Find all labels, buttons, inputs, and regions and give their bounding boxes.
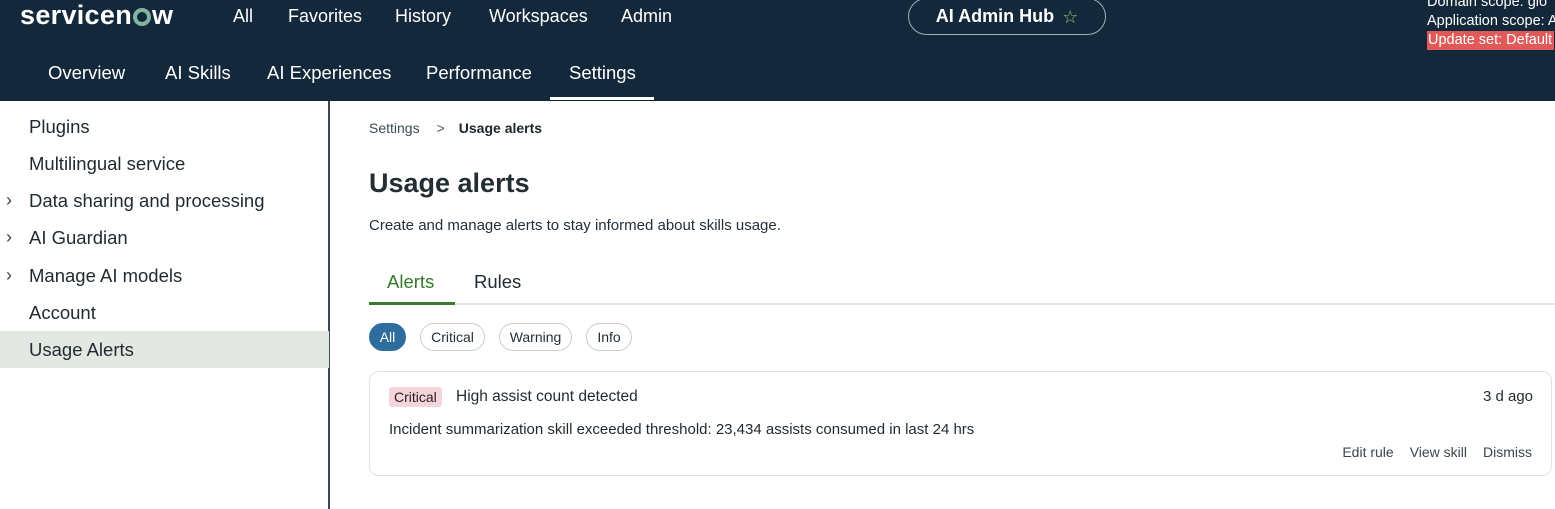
chevron-right-icon[interactable]: › <box>6 190 12 211</box>
sidebar-item-label: Multilingual service <box>29 152 186 174</box>
tab-performance[interactable]: Performance <box>426 62 532 84</box>
sidebar-item-label: Data sharing and processing <box>29 189 265 211</box>
hub-title: AI Admin Hub <box>935 6 1055 26</box>
tab-alerts[interactable]: Alerts <box>387 271 434 299</box>
nav-history[interactable]: History <box>395 6 451 27</box>
active-tab-indicator <box>369 302 455 305</box>
edit-rule-button[interactable]: Edit rule <box>1342 444 1393 460</box>
chevron-right-icon[interactable]: › <box>6 265 12 286</box>
sidebar-item-label: Plugins <box>29 115 90 137</box>
sidebar-item-data-sharing[interactable]: › Data sharing and processing <box>0 182 329 219</box>
star-icon[interactable]: ☆ <box>1062 8 1078 26</box>
filter-all[interactable]: All <box>369 323 406 351</box>
breadcrumb-current: Usage alerts <box>458 120 543 136</box>
filter-info[interactable]: Info <box>586 323 632 351</box>
sidebar-item-account[interactable]: Account <box>0 294 329 331</box>
servicenow-logo[interactable]: servicen w <box>20 0 173 30</box>
page-description: Create and manage alerts to stay informe… <box>369 217 781 234</box>
tab-overview[interactable]: Overview <box>48 62 125 84</box>
sidebar-item-label: Account <box>29 301 96 323</box>
active-subnav-indicator <box>550 97 654 100</box>
dismiss-button[interactable]: Dismiss <box>1483 444 1532 460</box>
chevron-right-icon[interactable]: › <box>6 227 12 248</box>
tab-ai-experiences[interactable]: AI Experiences <box>267 62 391 84</box>
tab-settings[interactable]: Settings <box>569 62 636 84</box>
filter-critical[interactable]: Critical <box>420 323 485 351</box>
scope-info: Domain scope: glo Application scope: A U… <box>1427 0 1555 50</box>
alert-title: High assist count detected <box>456 388 638 405</box>
sidebar-item-label: AI Guardian <box>29 226 128 248</box>
sidebar-item-label: Manage AI models <box>29 264 183 286</box>
domain-scope: Domain scope: glo <box>1427 0 1548 10</box>
breadcrumb-separator-icon: > <box>436 120 445 136</box>
tab-rules[interactable]: Rules <box>474 271 521 299</box>
settings-sidebar: Plugins Multilingual service › Data shar… <box>0 101 330 509</box>
nav-favorites[interactable]: Favorites <box>288 6 362 27</box>
update-set[interactable]: Update set: Default <box>1427 31 1555 50</box>
sidebar-item-plugins[interactable]: Plugins <box>0 108 329 145</box>
nav-all[interactable]: All <box>233 6 253 27</box>
sidebar-item-manage-ai-models[interactable]: › Manage AI models <box>0 257 329 294</box>
alert-actions: Edit rule View skill Dismiss <box>1342 444 1532 460</box>
sidebar-item-usage-alerts[interactable]: Usage Alerts <box>0 331 329 368</box>
application-scope: Application scope: A <box>1427 13 1555 29</box>
view-skill-button[interactable]: View skill <box>1410 444 1467 460</box>
alert-timestamp: 3 d ago <box>1482 388 1533 405</box>
breadcrumb-settings[interactable]: Settings <box>369 120 420 136</box>
tab-ai-skills[interactable]: AI Skills <box>165 62 231 84</box>
nav-workspaces[interactable]: Workspaces <box>489 6 588 27</box>
sidebar-item-multilingual-service[interactable]: Multilingual service <box>0 145 329 182</box>
sidebar-item-label: Usage Alerts <box>29 338 134 360</box>
nav-admin[interactable]: Admin <box>621 6 672 27</box>
ai-admin-hub-pill[interactable]: AI Admin Hub ☆ <box>908 0 1106 35</box>
page-title: Usage alerts <box>369 168 530 198</box>
alert-card[interactable]: Critical High assist count detected 3 d … <box>369 371 1552 476</box>
critical-badge: Critical <box>389 387 442 407</box>
alerts-tabs: Alerts Rules <box>369 271 1555 305</box>
top-navigation-bar: servicen w All Favorites History Workspac… <box>0 0 1555 101</box>
alert-description: Incident summarization skill exceeded th… <box>389 421 975 438</box>
filter-warning[interactable]: Warning <box>499 323 572 351</box>
sidebar-item-ai-guardian[interactable]: › AI Guardian <box>0 219 329 256</box>
breadcrumb: Settings > Usage alerts <box>369 120 542 136</box>
logo-text-suffix: w <box>151 0 174 30</box>
logo-o-mark <box>132 8 151 26</box>
logo-text-prefix: servicen <box>20 0 132 30</box>
